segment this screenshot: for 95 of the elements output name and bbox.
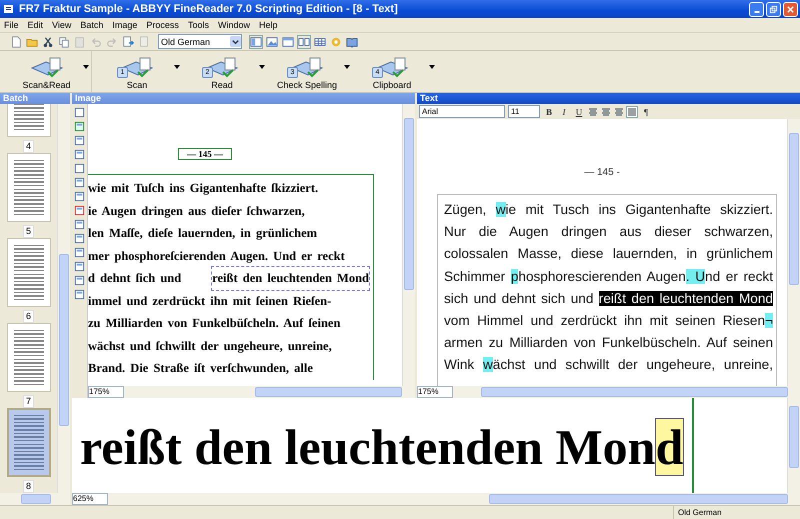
menu-item[interactable]: Edit (28, 20, 44, 30)
frame-icon[interactable] (74, 289, 85, 300)
frame-icon[interactable] (74, 107, 85, 118)
close-icon (786, 4, 795, 14)
page-number: 5 (22, 225, 34, 238)
copy-icon[interactable] (58, 36, 70, 48)
format-button[interactable]: I (558, 106, 570, 118)
frame-icon[interactable] (74, 191, 85, 202)
paragraph-mark-button[interactable]: ¶ (640, 106, 652, 118)
task-button[interactable]: Scan&Read (8, 51, 92, 92)
recognized-text-line: Nur die Augen dringen aus dieser schwarzen, (444, 223, 773, 242)
page-thumbnail[interactable] (6, 238, 50, 307)
recognized-text-line: sich und dehnt sich und reißt den leuchtenden Mond (444, 290, 773, 308)
image-view-icon[interactable] (266, 36, 278, 48)
restore-icon (769, 4, 778, 14)
page-number: 4 (22, 140, 34, 153)
font-dropdown[interactable]: Arial (419, 105, 505, 118)
horizontal-scrollbar[interactable] (108, 493, 800, 505)
vertical-scrollbar[interactable] (57, 104, 70, 493)
scanned-text-line: len Maſſe, dieſe lauernden, in grünlichem (88, 225, 318, 242)
panel-header: Image (72, 93, 415, 104)
horizontal-scrollbar[interactable] (124, 386, 415, 398)
layout-icon[interactable] (250, 36, 262, 48)
page-thumbnail[interactable] (6, 408, 50, 477)
cut-icon[interactable] (42, 36, 54, 48)
recognized-text-line: armen zu Milliarden von Funkelbüscheln. Auf seinen (444, 334, 773, 352)
caret-icon[interactable] (83, 64, 89, 68)
restore-button[interactable] (766, 2, 781, 16)
menu-item[interactable]: Window (218, 20, 250, 30)
zoom-dropdown[interactable]: 625% (72, 493, 108, 505)
scanned-text-line: ie Augen dringen aus dieſer ſchwarzen, (88, 202, 306, 220)
language-dropdown[interactable]: Old German (158, 34, 242, 49)
menu-item[interactable]: Batch (80, 20, 104, 30)
frame-icon[interactable] (74, 219, 85, 230)
horizontal-scrollbar[interactable] (0, 493, 70, 505)
status-language: Old German (673, 506, 778, 519)
font-size-dropdown[interactable]: 11 (508, 105, 540, 118)
zoom-dropdown[interactable]: 175% (88, 386, 124, 398)
two-pages-icon[interactable] (298, 36, 310, 48)
table-icon[interactable] (314, 36, 326, 48)
menu-item[interactable]: View (52, 20, 72, 30)
menu-item[interactable]: Help (258, 20, 278, 30)
scanner-icon (30, 56, 64, 78)
menu-item[interactable]: Image (112, 20, 138, 30)
recognized-text-line: colossalen Masse, diese lauernden, in grünlichem (444, 245, 773, 264)
recognized-text-line: Wink wächst und schwillt der ungeheure, unreine, (444, 356, 773, 374)
text-block[interactable] (88, 174, 374, 380)
scanned-text-line: Brand. Die Straße iſt verſchwunden, alle (88, 360, 314, 377)
caret-icon[interactable] (259, 64, 265, 68)
close-button[interactable] (783, 2, 798, 16)
scanned-text-line: wie mit Tuſch ins Gigantenhafte ſkizziert. (88, 180, 320, 197)
align-icon[interactable] (588, 106, 598, 116)
window-icon[interactable] (282, 36, 294, 48)
minimize-icon (754, 11, 760, 13)
app-icon (3, 3, 15, 15)
book-icon[interactable] (346, 36, 358, 48)
caret-icon[interactable] (429, 64, 435, 68)
page-number: 8 (22, 480, 34, 493)
align-icon[interactable] (601, 106, 611, 116)
frame-icon[interactable] (74, 177, 85, 188)
menu-item[interactable]: Tools (188, 20, 209, 30)
caret-icon[interactable] (344, 64, 350, 68)
recognized-text-line: vom Himmel und zerdrückt ihn mit seinen Riesen¬ (444, 312, 773, 330)
page-number: 7 (22, 395, 34, 408)
format-button[interactable]: B (543, 106, 555, 118)
frame-icon[interactable] (74, 275, 85, 286)
align-icon[interactable] (614, 106, 624, 116)
window-title: FR7 Fraktur Sample - ABBYY FineReader 7.0 Scripting Edition - [8 - Text] (19, 3, 399, 15)
panel-header: Batch (0, 93, 70, 104)
recognized-text-line: Schimmer phosphorescierenden Augen. Und er reckt (444, 268, 773, 286)
panel-header: Text (417, 93, 800, 104)
scanned-text-line: wächst und ſchwillt der ungeheure, unreine, (88, 338, 333, 355)
text-block-icon[interactable] (74, 121, 85, 132)
scanned-text-line: d dehnt ſich und reißt den leuchtenden Mond (88, 267, 373, 290)
new-document-icon[interactable] (10, 36, 22, 48)
page-thumbnail[interactable] (6, 323, 50, 392)
vertical-scrollbar[interactable] (402, 104, 415, 386)
page-number: 6 (22, 310, 34, 323)
page-thumbnail[interactable] (6, 153, 50, 222)
caret-icon[interactable] (174, 64, 180, 68)
scanned-text-line: zu Milliarden von Funkelbüſcheln. Auf ſeinen (88, 315, 342, 332)
frame-icon[interactable] (74, 247, 85, 258)
scanned-text-line: mer phosphoreſcierenden Augen. Und er reckt (88, 248, 346, 265)
page-number-block[interactable]: — 145 — (178, 148, 232, 160)
scanned-text-line: immel und zerdrückt ihn mit ſeinen Rieſen- (88, 292, 332, 310)
format-button[interactable]: U (573, 106, 585, 118)
zoom-dropdown[interactable]: 175% (417, 386, 453, 398)
minimize-button[interactable] (749, 2, 764, 16)
justify-icon[interactable] (627, 106, 637, 116)
menu-item[interactable]: Process (146, 20, 179, 30)
frame-icon[interactable] (74, 233, 85, 244)
menu-item[interactable]: File (4, 20, 19, 30)
page-number: — 145 - (583, 167, 621, 178)
horizontal-scrollbar[interactable] (453, 386, 800, 398)
vertical-scrollbar[interactable] (787, 119, 800, 386)
